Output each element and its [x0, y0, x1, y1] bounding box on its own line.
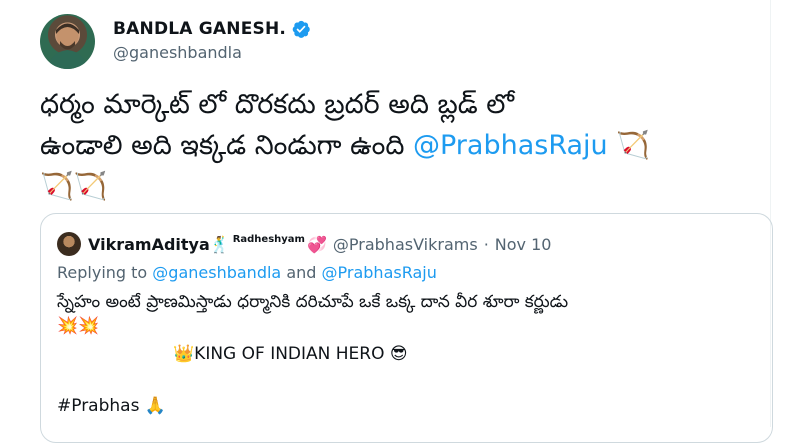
quoted-body-line-1: స్నేహం అంటే ప్రాణమిస్తాడు ధర్మానికి దరిచ… [57, 292, 569, 312]
dancer-icon: 🕺 [209, 234, 230, 254]
meta-separator: · [483, 234, 489, 254]
king-line: 👑KING OF INDIAN HERO 😎 [57, 342, 757, 366]
crown-icon: 👑 [173, 344, 195, 364]
mention-link[interactable]: @PrabhasRaju [413, 130, 608, 161]
sunglasses-icon: 😎 [389, 344, 408, 364]
hashtag-text: #Prabhas [57, 396, 145, 416]
name-decoration-text: Radheshyam [232, 233, 305, 245]
author-avatar[interactable] [40, 14, 95, 69]
replying-prefix: Replying to [57, 263, 153, 282]
heart-icon: 💞 [306, 234, 327, 254]
quoted-tweet-body: స్నేహం అంటే ప్రాణమిస్తాడు ధర్మానికి దరిచ… [57, 290, 757, 418]
bow-arrow-icon: 🏹 [616, 130, 650, 161]
quoted-author-avatar[interactable] [57, 232, 81, 256]
hashtag-line: #Prabhas 🙏 [57, 394, 757, 418]
quoted-author-name[interactable]: VikramAditya [88, 235, 210, 254]
avatar-photo-icon [48, 23, 87, 69]
bow-arrow-icons: 🏹🏹 [40, 171, 108, 202]
quoted-author-handle[interactable]: @PrabhasVikrams [333, 235, 478, 254]
replying-user-1[interactable]: @ganeshbandla [152, 263, 281, 282]
verified-badge-icon [291, 19, 311, 39]
king-text: KING OF INDIAN HERO [194, 344, 390, 364]
folded-hands-icon: 🙏 [144, 396, 167, 416]
author-names: BANDLA GANESH. @ganeshbandla [113, 19, 311, 69]
author-handle[interactable]: @ganeshbandla [113, 43, 311, 62]
tweet-line-2: ఉండాలి అది ఇక్కడ నిండుగా ఉంది [40, 130, 413, 161]
display-name-row: BANDLA GANESH. [113, 19, 311, 39]
collision-icons: 💥💥 [57, 316, 100, 336]
quoted-tweet-date[interactable]: Nov 10 [495, 235, 552, 254]
tweet-line-1: ధర్మం మార్కెట్ లో దొరకదు బ్రదర్ అది బ్లడ… [40, 89, 515, 120]
quoted-tweet[interactable]: VikramAditya 🕺 Radheshyam 💞 @PrabhasVikr… [40, 213, 773, 443]
author-display-name[interactable]: BANDLA GANESH. [113, 19, 286, 39]
tweet-text: ధర్మం మార్కెట్ లో దొరకదు బ్రదర్ అది బ్లడ… [40, 84, 760, 207]
tweet-header: BANDLA GANESH. @ganeshbandla [40, 14, 311, 69]
replying-user-2[interactable]: @PrabhasRaju [322, 263, 437, 282]
replying-and: and [281, 263, 322, 282]
quoted-tweet-header: VikramAditya 🕺 Radheshyam 💞 @PrabhasVikr… [57, 232, 551, 256]
replying-to: Replying to @ganeshbandla and @PrabhasRa… [57, 263, 437, 282]
